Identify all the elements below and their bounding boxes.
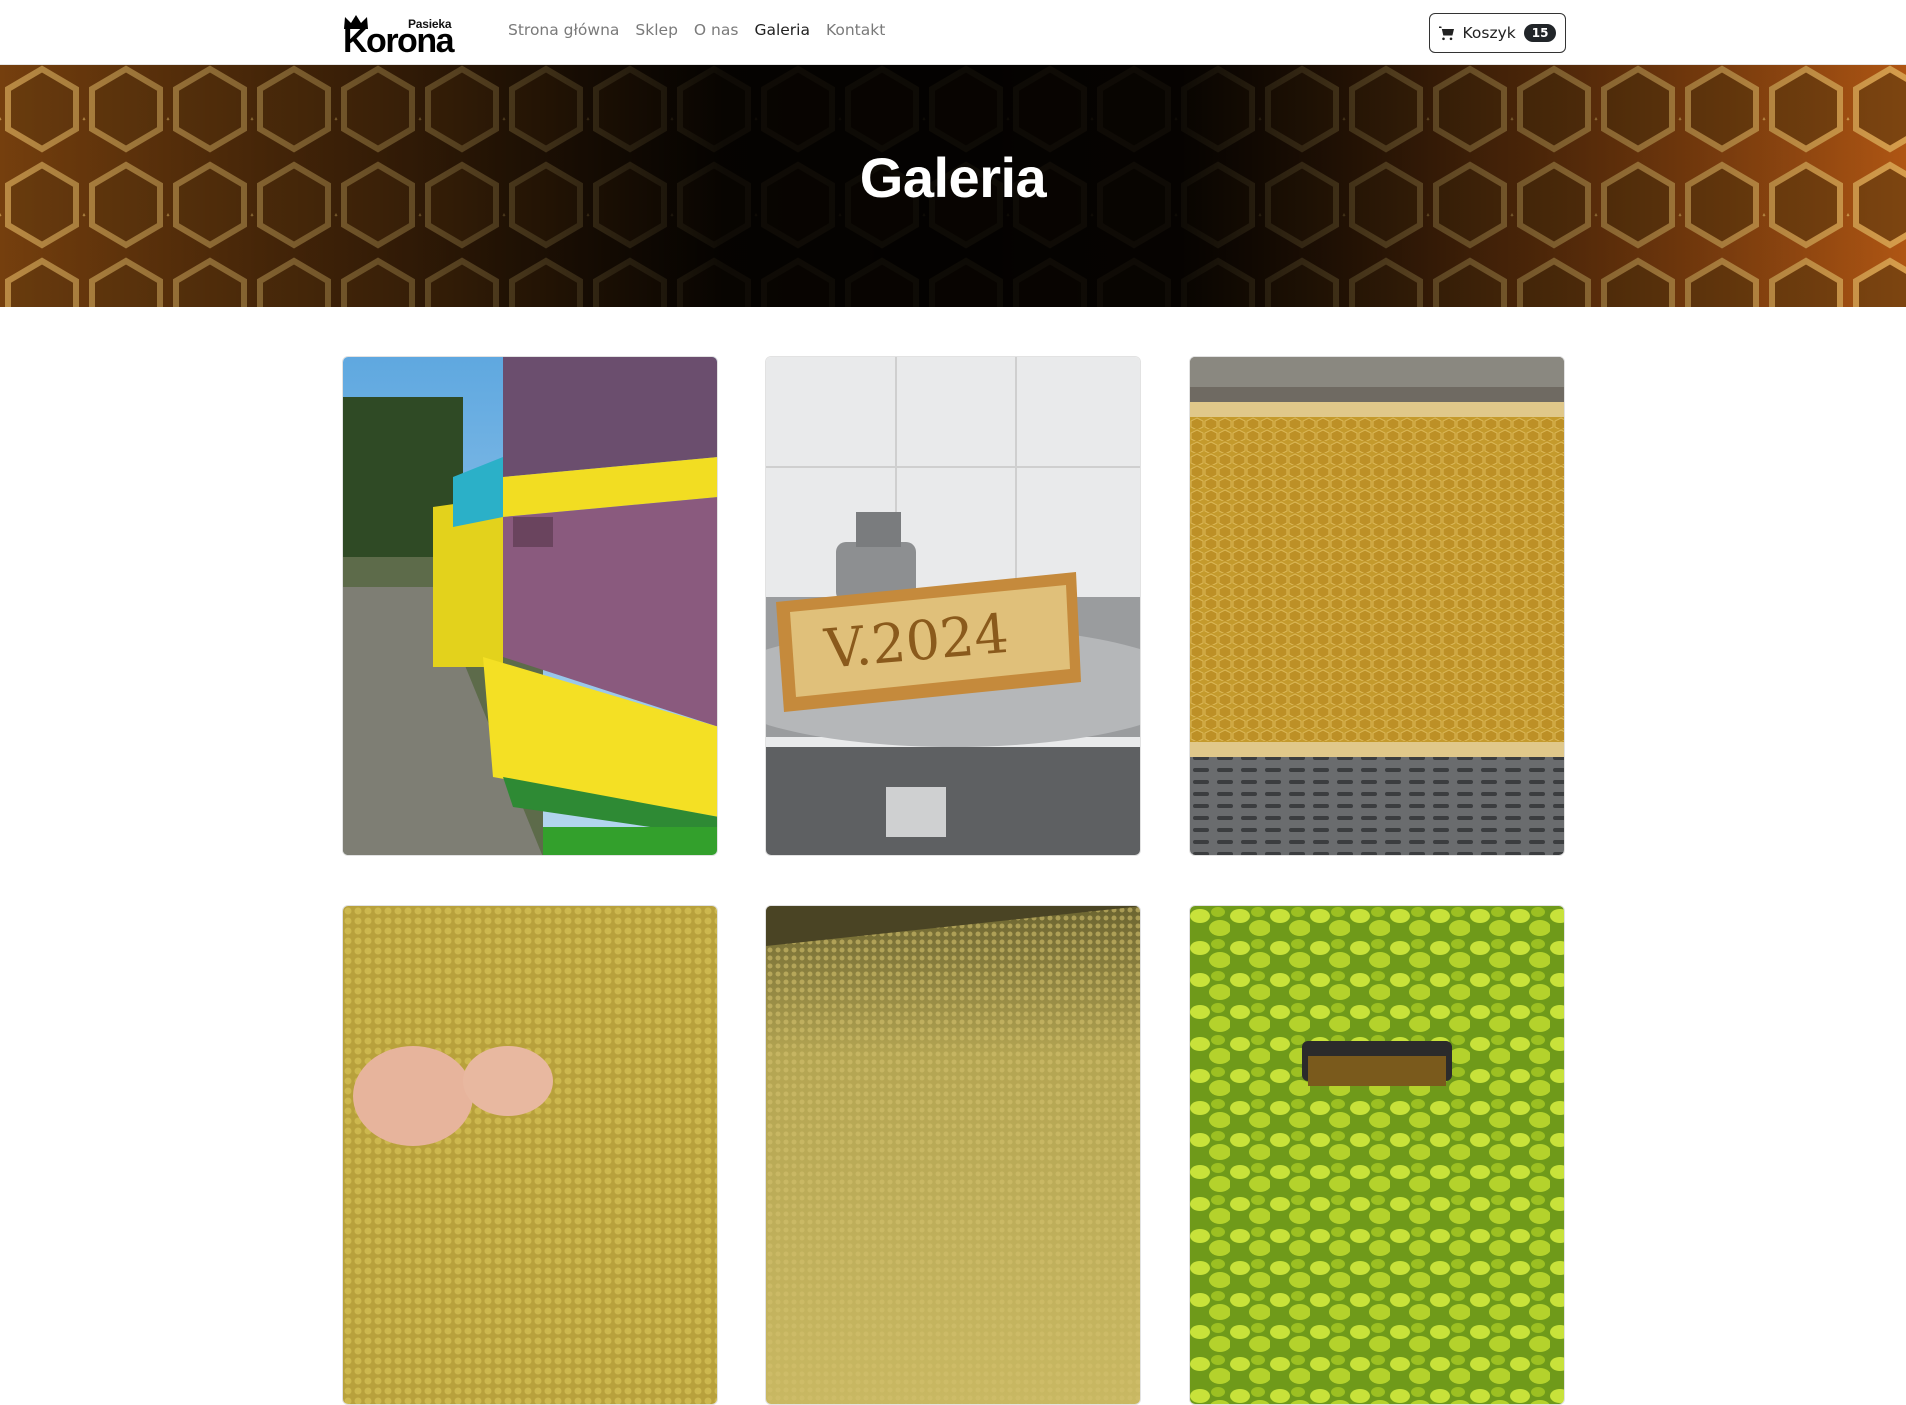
honey-jar-bush-photo xyxy=(1190,906,1564,1404)
gallery-image-bee-pollen-hand[interactable] xyxy=(342,905,718,1405)
brand-main-text: Korona xyxy=(343,22,455,60)
gallery-image-bee-pollen-pile[interactable] xyxy=(765,905,1141,1405)
nav-link-home[interactable]: Strona główna xyxy=(508,21,619,39)
cart-button[interactable]: Koszyk 15 xyxy=(1429,13,1566,53)
honey-extractor-photo: V.2024 xyxy=(766,357,1140,855)
honeycomb-photo xyxy=(1190,357,1564,855)
gallery-image-honey-extractor[interactable]: V.2024 xyxy=(765,356,1141,856)
bee-pollen-hand-photo xyxy=(343,906,717,1404)
gallery-image-honey-jar-bush[interactable] xyxy=(1189,905,1565,1405)
gallery-image-beehives[interactable] xyxy=(342,356,718,856)
main-nav: Strona główna Sklep O nas Galeria Kontak… xyxy=(508,21,885,39)
cart-count-badge: 15 xyxy=(1523,24,1557,42)
cart-icon xyxy=(1438,26,1454,41)
page-title: Galeria xyxy=(859,146,1047,209)
nav-link-contact[interactable]: Kontakt xyxy=(826,21,885,39)
nav-link-gallery[interactable]: Galeria xyxy=(754,21,810,39)
bee-pollen-pile-photo xyxy=(766,906,1140,1404)
hero-banner: Galeria xyxy=(0,65,1906,307)
navbar: Pasieka Korona Strona główna Sklep O nas… xyxy=(0,0,1906,65)
nav-link-shop[interactable]: Sklep xyxy=(635,21,678,39)
brand-logo[interactable]: Pasieka Korona xyxy=(343,12,461,58)
gallery-image-honeycomb[interactable] xyxy=(1189,356,1565,856)
nav-link-about[interactable]: O nas xyxy=(694,21,739,39)
cart-label: Koszyk xyxy=(1462,24,1516,42)
beehives-photo xyxy=(343,357,717,855)
